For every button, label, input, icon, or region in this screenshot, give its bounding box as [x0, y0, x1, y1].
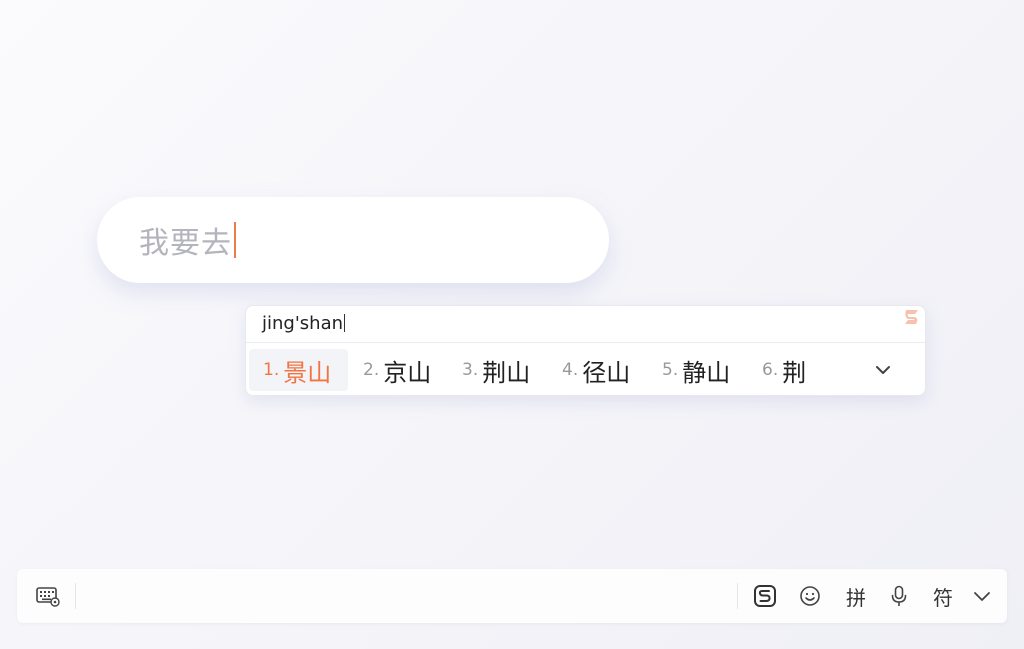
text-caret: [234, 222, 236, 258]
composition-caret: [344, 314, 346, 332]
pinyin-label: 拼: [846, 585, 866, 610]
candidate-word: 京山: [383, 358, 432, 387]
toolbar-divider: [737, 583, 738, 609]
candidate-word: 静山: [682, 358, 731, 387]
candidate-5[interactable]: 5. 静山: [648, 349, 744, 391]
keyboard-settings-button[interactable]: [31, 580, 63, 612]
smiley-icon: [800, 586, 820, 606]
voice-input-button[interactable]: [883, 580, 915, 612]
collapse-toolbar-button[interactable]: [966, 580, 998, 612]
symbols-button[interactable]: 符: [927, 580, 959, 612]
ime-toolbar: 拼 符: [17, 569, 1007, 623]
candidate-word: 荆山: [482, 358, 531, 387]
emoji-button[interactable]: [794, 580, 826, 612]
pinyin-mode-button[interactable]: 拼: [840, 580, 872, 612]
candidate-word: 径山: [582, 358, 631, 387]
symbol-label: 符: [933, 585, 953, 610]
candidate-6[interactable]: 6. 荆: [748, 349, 828, 391]
candidate-number: 3.: [462, 360, 479, 380]
candidate-word: 荆: [782, 358, 807, 387]
input-text: 我要去: [139, 226, 232, 261]
candidate-1[interactable]: 1. 景山: [249, 349, 348, 391]
candidate-3[interactable]: 3. 荆山: [448, 349, 544, 391]
toolbar-divider: [75, 583, 76, 609]
sogou-logo-icon: [754, 585, 776, 607]
composition-text: jing'shan: [262, 313, 344, 334]
microphone-icon: [891, 585, 907, 606]
candidate-number: 5.: [662, 360, 679, 380]
chevron-down-icon[interactable]: [873, 360, 893, 380]
chevron-down-icon: [974, 592, 990, 601]
keyboard-settings-icon: [36, 587, 60, 607]
candidate-number: 1.: [263, 360, 280, 380]
sogou-button[interactable]: [749, 580, 781, 612]
candidate-number: 6.: [762, 360, 779, 380]
composition-row: jing'shan: [246, 306, 925, 343]
ime-candidate-panel: jing'shan 1. 景山 2. 京山 3. 荆山 4. 径山 5. 静山 …: [245, 305, 926, 396]
text-input[interactable]: 我要去: [97, 197, 609, 283]
candidate-number: 4.: [562, 360, 579, 380]
sogou-logo-icon: [905, 310, 918, 324]
candidate-word: 景山: [283, 358, 332, 387]
candidate-number: 2.: [363, 360, 380, 380]
candidate-2[interactable]: 2. 京山: [349, 349, 445, 391]
candidate-4[interactable]: 4. 径山: [548, 349, 644, 391]
candidate-row: 1. 景山 2. 京山 3. 荆山 4. 径山 5. 静山 6. 荆: [246, 343, 925, 395]
